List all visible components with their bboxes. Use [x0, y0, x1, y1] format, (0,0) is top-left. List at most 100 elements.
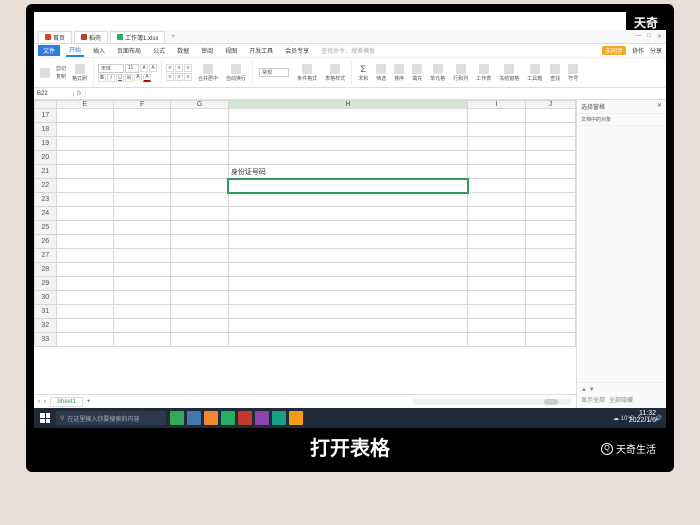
border-button[interactable]: ⊞: [125, 74, 133, 82]
decrease-font[interactable]: A: [149, 64, 157, 72]
cell-I26[interactable]: [468, 235, 525, 249]
italic-button[interactable]: I: [107, 74, 115, 82]
h-scrollbar[interactable]: [412, 399, 572, 405]
taskbar-search[interactable]: ⚲ 在这里输入你要搜索的内容: [56, 411, 166, 425]
cell-H23[interactable]: [228, 193, 467, 207]
cell-H20[interactable]: [228, 151, 467, 165]
freeze-button[interactable]: 冻结窗格: [497, 64, 521, 82]
cell-E25[interactable]: [56, 221, 113, 235]
align-center[interactable]: ≡: [175, 73, 183, 81]
cell-F25[interactable]: [113, 221, 170, 235]
panel-close[interactable]: ✕: [657, 102, 662, 111]
cell-J21[interactable]: [525, 165, 575, 179]
cell-E28[interactable]: [56, 263, 113, 277]
tools-button[interactable]: 工具箱: [525, 64, 544, 82]
wrap-button[interactable]: 自动换行: [224, 64, 248, 82]
row-header-24[interactable]: 24: [35, 207, 57, 221]
cell-I27[interactable]: [468, 249, 525, 263]
row-header-20[interactable]: 20: [35, 151, 57, 165]
cell-F22[interactable]: [113, 179, 170, 193]
cell-J24[interactable]: [525, 207, 575, 221]
cell-H27[interactable]: [228, 249, 467, 263]
task-icon[interactable]: [272, 411, 286, 425]
font-color-button[interactable]: A: [143, 74, 151, 82]
cell-H17[interactable]: [228, 109, 467, 123]
tab-home[interactable]: 首页: [38, 31, 72, 43]
menu-formula[interactable]: 公式: [150, 45, 168, 56]
col-header-I[interactable]: I: [468, 101, 525, 109]
cell-F32[interactable]: [113, 319, 170, 333]
cell-I24[interactable]: [468, 207, 525, 221]
worksheet-button[interactable]: 工作表: [474, 64, 493, 82]
cell-I18[interactable]: [468, 123, 525, 137]
col-header-E[interactable]: E: [56, 101, 113, 109]
align-left[interactable]: ≡: [166, 73, 174, 81]
cell-J23[interactable]: [525, 193, 575, 207]
name-box[interactable]: B22: [34, 91, 74, 97]
fill-button[interactable]: 填充: [410, 64, 424, 82]
add-sheet-button[interactable]: +: [87, 399, 91, 405]
row-header-23[interactable]: 23: [35, 193, 57, 207]
row-header-30[interactable]: 30: [35, 291, 57, 305]
row-header-17[interactable]: 17: [35, 109, 57, 123]
row-header-28[interactable]: 28: [35, 263, 57, 277]
cell-J28[interactable]: [525, 263, 575, 277]
row-header-25[interactable]: 25: [35, 221, 57, 235]
cell-H32[interactable]: [228, 319, 467, 333]
sheet-nav-prev[interactable]: ‹: [38, 399, 40, 405]
cell-G27[interactable]: [171, 249, 228, 263]
cell-F27[interactable]: [113, 249, 170, 263]
cell-H33[interactable]: [228, 333, 467, 347]
task-icon[interactable]: [170, 411, 184, 425]
task-icon[interactable]: [221, 411, 235, 425]
cell-E24[interactable]: [56, 207, 113, 221]
cell-E21[interactable]: [56, 165, 113, 179]
cell-E18[interactable]: [56, 123, 113, 137]
cell-I19[interactable]: [468, 137, 525, 151]
cell-F24[interactable]: [113, 207, 170, 221]
paste-group[interactable]: [38, 68, 52, 78]
cell-G32[interactable]: [171, 319, 228, 333]
number-format[interactable]: 常规: [257, 68, 291, 77]
cond-format[interactable]: 条件格式: [295, 64, 319, 82]
row-header-18[interactable]: 18: [35, 123, 57, 137]
sheet-tab[interactable]: Sheet1: [50, 397, 83, 407]
cell-J27[interactable]: [525, 249, 575, 263]
cell-J20[interactable]: [525, 151, 575, 165]
symbol-button[interactable]: 符号: [566, 64, 580, 82]
underline-button[interactable]: U: [116, 74, 124, 82]
sum-button[interactable]: Σ求和: [356, 64, 370, 82]
cell-G17[interactable]: [171, 109, 228, 123]
menu-data[interactable]: 数据: [174, 45, 192, 56]
tab-workbook[interactable]: 工作簿1.xlsx: [110, 31, 165, 43]
cell-E19[interactable]: [56, 137, 113, 151]
font-size-select[interactable]: 11: [125, 64, 139, 73]
fill-color-button[interactable]: A: [134, 74, 142, 82]
cell-G18[interactable]: [171, 123, 228, 137]
cell-H25[interactable]: [228, 221, 467, 235]
cell-E32[interactable]: [56, 319, 113, 333]
cell-style[interactable]: 表格样式: [323, 64, 347, 82]
cell-J29[interactable]: [525, 277, 575, 291]
col-header-G[interactable]: G: [171, 101, 228, 109]
cell-H22[interactable]: [228, 179, 467, 193]
col-header-H[interactable]: H: [228, 101, 467, 109]
share-button[interactable]: 分享: [650, 46, 662, 55]
cell-G25[interactable]: [171, 221, 228, 235]
cell-I30[interactable]: [468, 291, 525, 305]
sort-button[interactable]: 排序: [392, 64, 406, 82]
menu-start[interactable]: 开始: [66, 44, 84, 57]
task-icon[interactable]: [255, 411, 269, 425]
cell-G26[interactable]: [171, 235, 228, 249]
cell-J30[interactable]: [525, 291, 575, 305]
row-header-27[interactable]: 27: [35, 249, 57, 263]
cell-F29[interactable]: [113, 277, 170, 291]
tab-daoike[interactable]: 稻壳: [74, 31, 108, 43]
menu-vip[interactable]: 会员专享: [282, 45, 312, 56]
show-all-button[interactable]: 显示全部: [581, 395, 605, 404]
cell-J26[interactable]: [525, 235, 575, 249]
cell-G21[interactable]: [171, 165, 228, 179]
cell-I28[interactable]: [468, 263, 525, 277]
cell-E33[interactable]: [56, 333, 113, 347]
new-tab-button[interactable]: +: [167, 34, 179, 40]
